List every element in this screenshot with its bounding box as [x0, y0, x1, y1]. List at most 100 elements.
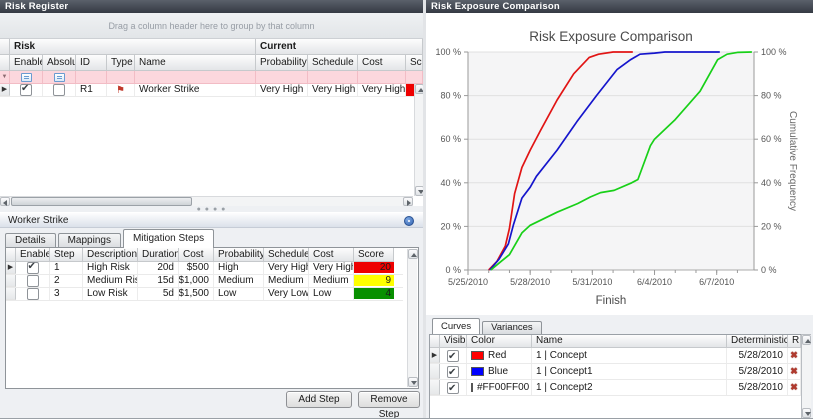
band-header-row: Risk Current: [0, 39, 423, 55]
risk-name-cell: Worker Strike: [135, 84, 256, 96]
filter-id-cell[interactable]: [76, 71, 107, 84]
column-header-row: Enabled Absolu... ID Type Name Probabili…: [0, 55, 423, 71]
header-remove[interactable]: R...: [788, 335, 801, 348]
add-step-button[interactable]: Add Step: [286, 391, 352, 408]
header-duration[interactable]: Duration: [138, 248, 179, 262]
header-score[interactable]: Score: [354, 248, 394, 262]
mitigation-row-1[interactable]: ▶ 1 High Risk 20d $500 High Very High Ve…: [6, 262, 403, 275]
mitigation-row-2[interactable]: 2 Medium Risk 15d $1,000 Medium Medium M…: [6, 275, 403, 288]
step-duration-cell: 15d: [138, 275, 179, 287]
tab-mitigation-steps[interactable]: Mitigation Steps: [123, 229, 214, 248]
risk-row-worker-strike[interactable]: ▶ R1 ⚑ Worker Strike Very High Very High…: [0, 84, 423, 97]
header-absolute[interactable]: Absolu...: [43, 55, 76, 71]
scroll-down-button[interactable]: [802, 408, 811, 418]
filter-schedule-cell[interactable]: [308, 71, 358, 84]
curve-deterministic-cell: 5/28/2010: [727, 348, 788, 363]
band-current[interactable]: Current: [256, 39, 423, 55]
checkbox-icon: [27, 288, 39, 300]
up-arrow-icon: [805, 339, 811, 343]
header-enabled[interactable]: Enabled: [16, 248, 50, 262]
risk-register-panel: Risk Register Drag a column header here …: [0, 0, 423, 207]
curves-panel: Curves Variances Visible Color Name Dete…: [426, 315, 813, 419]
filter-cost-cell[interactable]: [358, 71, 406, 84]
header-deterministic-value[interactable]: Deterministic Value: [727, 335, 788, 348]
step-schedule-cell: Medium: [264, 275, 309, 287]
filter-name-cell[interactable]: [135, 71, 256, 84]
tab-mappings[interactable]: Mappings: [58, 233, 121, 248]
risk-exposure-title: Risk Exposure Comparison: [426, 0, 813, 13]
header-visible[interactable]: Visible: [440, 335, 467, 348]
header-cost[interactable]: Cost: [358, 55, 406, 71]
step-enabled-checkbox[interactable]: [16, 275, 50, 287]
header-schedule[interactable]: Schedule: [264, 248, 309, 262]
curve-color-cell: Blue: [467, 364, 532, 379]
header-probability[interactable]: Probability: [214, 248, 264, 262]
horizontal-scroll-thumb[interactable]: [11, 197, 192, 206]
scroll-left-button[interactable]: [0, 197, 10, 206]
header-score[interactable]: Sc: [406, 55, 423, 71]
step-cost2-cell: Very High: [309, 262, 354, 274]
header-cost2[interactable]: Cost: [309, 248, 354, 262]
tab-details[interactable]: Details: [5, 233, 56, 248]
curve-remove-button[interactable]: ✖: [788, 364, 801, 379]
color-label: Red: [488, 348, 506, 363]
filter-checkbox-icon: [21, 73, 32, 82]
mitigation-vertical-scrollbar[interactable]: [407, 249, 417, 387]
curve-remove-button[interactable]: ✖: [788, 348, 801, 363]
group-by-drop-zone[interactable]: Drag a column header here to group by th…: [0, 13, 423, 39]
register-horizontal-scrollbar[interactable]: [0, 196, 413, 206]
register-vertical-scrollbar[interactable]: [414, 84, 423, 196]
curves-table: Visible Color Name Deterministic Value R…: [429, 334, 801, 419]
step-number-cell: 1: [50, 262, 83, 274]
up-arrow-icon: [411, 253, 417, 257]
curve-remove-button[interactable]: ✖: [788, 380, 801, 395]
header-color[interactable]: Color: [467, 335, 532, 348]
step-probability-cell: Medium: [214, 275, 264, 287]
filter-absolute-checkbox[interactable]: [43, 71, 76, 84]
curve-row-blue[interactable]: Blue 1 | Concept1 5/28/2010 ✖: [430, 364, 801, 380]
risk-register-title: Risk Register: [0, 0, 423, 13]
remove-step-button[interactable]: Remove Step: [358, 391, 420, 408]
curve-visible-checkbox[interactable]: [440, 380, 467, 395]
step-cost-cell: $1,500: [179, 288, 214, 300]
row-arrow-icon: ▶: [432, 348, 437, 363]
header-cost[interactable]: Cost: [179, 248, 214, 262]
curve-row-red[interactable]: ▶ Red 1 | Concept 5/28/2010 ✖: [430, 348, 801, 364]
scroll-down-button[interactable]: [408, 377, 418, 387]
filter-probability-cell[interactable]: [256, 71, 308, 84]
filter-type-cell[interactable]: [107, 71, 135, 84]
header-schedule[interactable]: Schedule: [308, 55, 358, 71]
curve-row-green[interactable]: #FF00FF00 1 | Concept2 5/28/2010 ✖: [430, 380, 801, 396]
curves-vertical-scrollbar[interactable]: [801, 334, 811, 419]
filter-score-cell[interactable]: [406, 71, 423, 84]
row-indicator: ▶: [0, 84, 10, 96]
header-id[interactable]: ID: [76, 55, 107, 71]
step-score-cell: 20: [354, 262, 394, 274]
risk-enabled-checkbox[interactable]: [10, 84, 43, 96]
header-probability[interactable]: Probability: [256, 55, 308, 71]
band-risk[interactable]: Risk: [10, 39, 256, 55]
flag-icon: ⚑: [116, 85, 125, 96]
svg-text:0 %: 0 %: [761, 265, 777, 275]
pin-icon[interactable]: [404, 216, 414, 226]
step-duration-cell: 5d: [138, 288, 179, 300]
scroll-up-button[interactable]: [408, 249, 418, 259]
scroll-right-button[interactable]: [403, 197, 413, 206]
header-name[interactable]: Name: [532, 335, 727, 348]
risk-absolute-checkbox[interactable]: [43, 84, 76, 96]
header-type[interactable]: Type: [107, 55, 135, 71]
header-description[interactable]: Description: [83, 248, 138, 262]
header-enabled[interactable]: Enabled: [10, 55, 43, 71]
tab-variances[interactable]: Variances: [482, 321, 542, 334]
tab-curves[interactable]: Curves: [432, 318, 480, 334]
header-indicator-cell: [6, 248, 16, 262]
mitigation-row-3[interactable]: 3 Low Risk 5d $1,500 Low Very Low Low 4: [6, 288, 403, 301]
header-step[interactable]: Step: [50, 248, 83, 262]
step-enabled-checkbox[interactable]: [16, 288, 50, 300]
curve-visible-checkbox[interactable]: [440, 348, 467, 363]
step-enabled-checkbox[interactable]: [16, 262, 50, 274]
filter-enabled-checkbox[interactable]: [10, 71, 43, 84]
header-name[interactable]: Name: [135, 55, 256, 71]
scroll-up-button[interactable]: [802, 335, 811, 345]
curve-visible-checkbox[interactable]: [440, 364, 467, 379]
